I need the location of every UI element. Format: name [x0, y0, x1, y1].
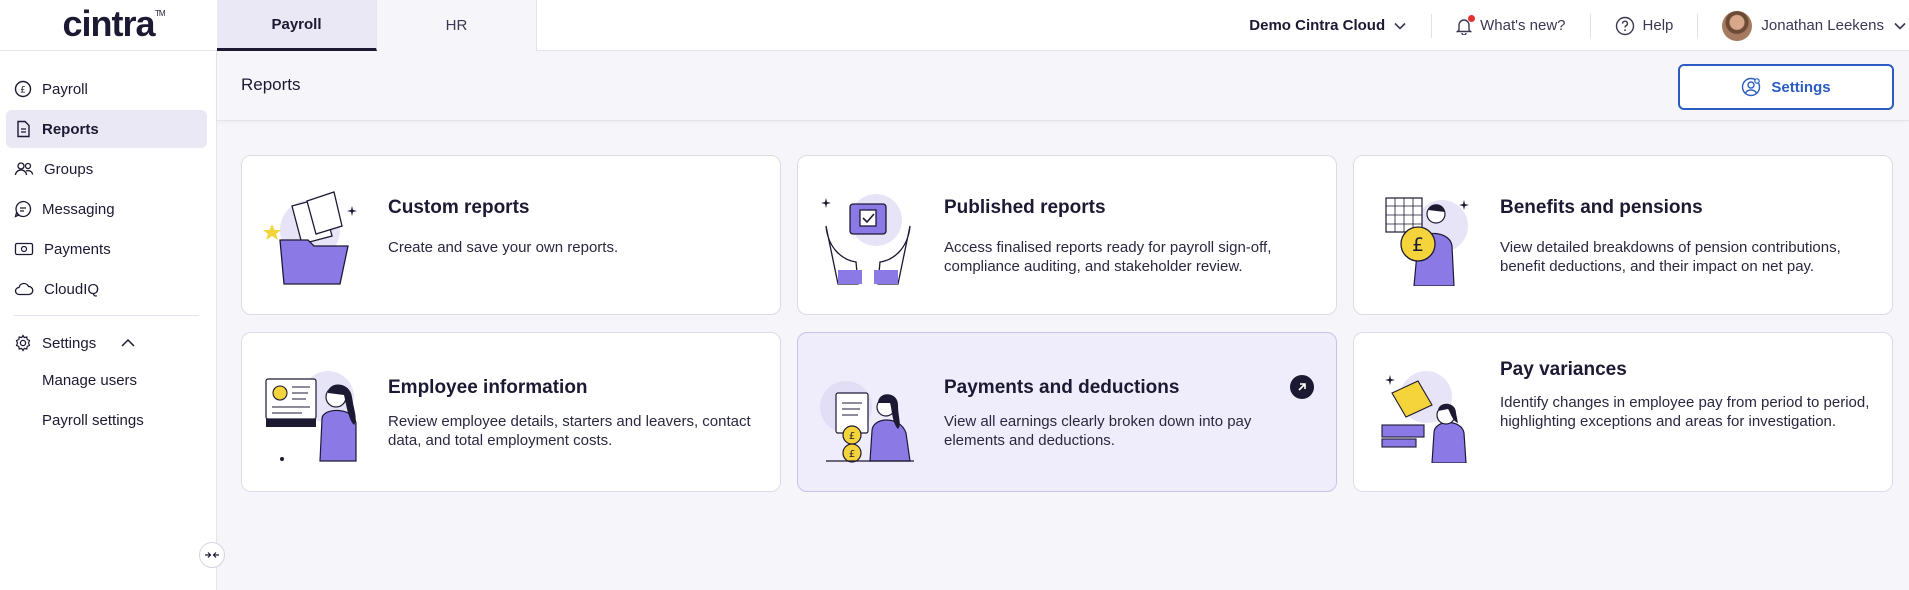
whats-new-label: What's new? [1480, 17, 1566, 34]
groups-icon [14, 162, 34, 176]
tab-payroll[interactable]: Payroll [217, 0, 377, 51]
report-card-employee-information[interactable]: Employee information Review employee det… [241, 332, 781, 492]
report-card-pay-variances[interactable]: Pay variances Identify changes in employ… [1353, 332, 1893, 492]
card-title: Employee information [388, 377, 588, 398]
organisation-switcher[interactable]: Demo Cintra Cloud [1225, 14, 1431, 38]
messaging-icon [14, 200, 32, 218]
help-icon [1615, 16, 1634, 35]
whats-new-button[interactable]: What's new? [1431, 13, 1589, 38]
bell-icon [1456, 14, 1476, 35]
product-tabs: Payroll HR [217, 0, 537, 51]
sidebar-item-reports[interactable]: Reports [6, 110, 207, 148]
payments-coins-illustration-icon: £ £ [820, 381, 914, 463]
chevron-down-icon [1894, 22, 1906, 30]
avatar [1722, 10, 1753, 41]
settings-button[interactable]: Settings [1678, 64, 1894, 110]
sidebar-subitem-payroll-settings[interactable]: Payroll settings [42, 412, 144, 429]
sidebar-item-label: Payments [44, 240, 111, 258]
sidebar-subitem-manage-users[interactable]: Manage users [42, 372, 137, 389]
sidebar-item-messaging[interactable]: Messaging [6, 190, 207, 228]
report-card-payments-deductions[interactable]: £ £ Payments and deductions View all ear… [797, 332, 1337, 492]
sidebar-item-label: Settings [42, 334, 97, 352]
card-description: View all earnings clearly broken down in… [944, 413, 1252, 449]
help-label: Help [1642, 17, 1674, 34]
card-title: Payments and deductions [944, 377, 1180, 398]
user-name: Jonathan Leekens [1761, 17, 1884, 34]
folder-documents-illustration-icon [263, 191, 357, 285]
card-description: View detailed breakdowns of pension cont… [1500, 239, 1841, 275]
sidebar-item-cloudiq[interactable]: CloudIQ [6, 270, 207, 308]
sidebar-item-groups[interactable]: Groups [6, 150, 207, 188]
page-title: Reports [241, 75, 301, 94]
sidebar-item-settings[interactable]: Settings [6, 324, 207, 362]
user-menu[interactable]: Jonathan Leekens [1697, 10, 1909, 41]
sidebar-item-label: CloudIQ [44, 280, 100, 298]
pension-coin-calendar-illustration-icon: £ [1385, 197, 1469, 286]
sidebar-item-label: Groups [44, 160, 94, 178]
chevron-down-icon [1394, 22, 1406, 30]
notification-dot [1468, 14, 1476, 22]
svg-text:£: £ [1412, 234, 1424, 256]
logo-wordmark: cintra TM [62, 2, 165, 44]
sidebar-item-label: Reports [42, 120, 99, 138]
hands-holding-document-illustration-icon [821, 194, 911, 285]
cloud-icon [14, 282, 34, 296]
sidebar-collapse-button[interactable] [199, 542, 225, 568]
help-button[interactable]: Help [1589, 13, 1698, 38]
top-bar: cintra TM Payroll HR Demo Cintra Cloud Wh… [0, 0, 1909, 51]
gear-icon [15, 334, 31, 352]
payroll-coin-icon: £ [14, 80, 32, 98]
pay-variance-illustration-icon [1381, 371, 1467, 463]
sidebar-item-payments[interactable]: Payments [6, 230, 207, 268]
report-card-published-reports[interactable]: Published reports Access finalised repor… [797, 155, 1337, 315]
card-title: Pay variances [1500, 359, 1627, 380]
open-arrow-icon[interactable] [1290, 375, 1314, 399]
card-title: Benefits and pensions [1500, 197, 1703, 218]
trademark: TM [154, 8, 166, 18]
employee-profile-illustration-icon [265, 371, 357, 462]
card-description: Identify changes in employee pay from pe… [1500, 394, 1870, 430]
top-right-controls: Demo Cintra Cloud What's new? Help Jonat… [1225, 0, 1909, 51]
sidebar: £ Payroll Reports Groups Messaging Payme… [0, 51, 225, 590]
sidebar-item-label: Payroll [42, 80, 88, 98]
card-description: Create and save your own reports. [388, 239, 619, 256]
sidebar-divider [14, 315, 199, 316]
chevron-up-icon [121, 338, 135, 347]
report-card-benefits-pensions[interactable]: £ Benefits and pensions View detailed br… [1353, 155, 1893, 315]
logo[interactable]: cintra TM [0, 0, 217, 51]
card-title: Custom reports [388, 197, 530, 218]
svg-text:£: £ [849, 449, 855, 460]
page-header: Reports Settings [217, 51, 1909, 121]
settings-button-label: Settings [1771, 78, 1831, 96]
card-title: Published reports [944, 197, 1106, 218]
payments-icon [14, 242, 34, 256]
collapse-arrows-icon [205, 552, 219, 558]
svg-text:£: £ [849, 431, 855, 442]
svg-text:£: £ [20, 86, 26, 96]
card-description: Review employee details, starters and le… [388, 413, 751, 449]
card-description: Access finalised reports ready for payro… [944, 239, 1272, 275]
organisation-name: Demo Cintra Cloud [1249, 17, 1386, 34]
reports-icon [17, 120, 30, 138]
report-card-custom-reports[interactable]: Custom reports Create and save your own … [241, 155, 781, 315]
tab-hr[interactable]: HR [377, 0, 537, 51]
sidebar-item-payroll[interactable]: £ Payroll [6, 70, 207, 108]
sidebar-item-label: Messaging [42, 200, 115, 218]
user-settings-icon [1742, 77, 1761, 97]
